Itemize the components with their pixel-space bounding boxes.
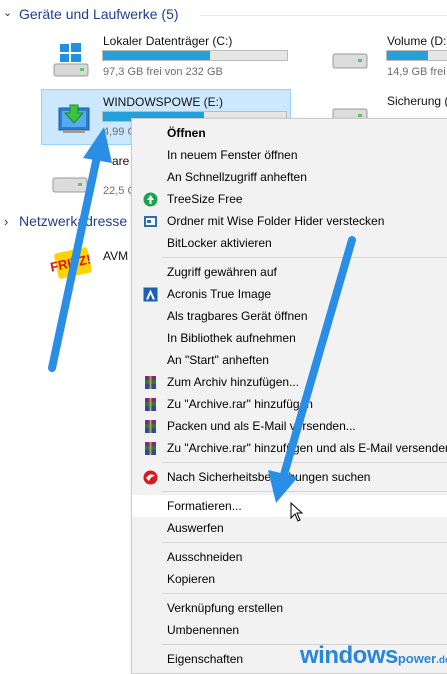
menu-item-label: BitLocker aktivieren bbox=[167, 236, 272, 250]
drive-name: are bbox=[112, 154, 130, 168]
menu-item-als-tragbares-gerät-öffnen[interactable]: Als tragbares Gerät öffnen bbox=[132, 305, 447, 327]
menu-item-packen-und-als-e-mail-versenden[interactable]: Packen und als E-Mail versenden... bbox=[132, 415, 447, 437]
menu-item-nach-sicherheitsbedrohungen-suchen[interactable]: Nach Sicherheitsbedrohungen suchen bbox=[132, 466, 447, 488]
menu-separator bbox=[162, 257, 447, 258]
context-menu: Öffnen In neuem Fenster öffnen An Schnellz… bbox=[131, 118, 447, 674]
menu-item-label: Zu "Archive.rar" hinzufügen und als E-Ma… bbox=[167, 441, 447, 455]
winrar-icon bbox=[143, 419, 158, 434]
expand-network-chevron-icon[interactable]: › bbox=[4, 214, 8, 229]
menu-item-acronis-true-image[interactable]: Acronis True Image bbox=[132, 283, 447, 305]
mouse-cursor-icon bbox=[290, 502, 304, 522]
menu-item-in-neuem-fenster-öffnen[interactable]: In neuem Fenster öffnen bbox=[132, 144, 447, 166]
network-item-label: AVM bbox=[103, 249, 129, 263]
menu-separator bbox=[162, 542, 447, 543]
windows-drive-icon bbox=[53, 43, 89, 77]
menu-item-label: Ordner mit Wise Folder Hider verstecken bbox=[167, 214, 385, 228]
menu-separator bbox=[162, 593, 447, 594]
menu-item-label: Zugriff gewähren auf bbox=[167, 265, 277, 279]
menu-item-label: Umbenennen bbox=[167, 623, 240, 637]
menu-item-in-bibliothek-aufnehmen[interactable]: In Bibliothek aufnehmen bbox=[132, 327, 447, 349]
menu-item-label: In Bibliothek aufnehmen bbox=[167, 331, 296, 345]
collapse-devices-chevron-icon[interactable]: ⌄ bbox=[3, 6, 12, 19]
menu-item-umbenennen[interactable]: Umbenennen bbox=[132, 619, 447, 641]
menu-item-label: Auswerfen bbox=[167, 521, 224, 535]
section-title-devices: Geräte und Laufwerke (5) bbox=[19, 6, 179, 22]
watermark-logo: windowspower.de bbox=[300, 642, 447, 670]
winrar-icon bbox=[143, 397, 158, 412]
network-item-avm[interactable]: FRITZ! AVM bbox=[44, 240, 132, 284]
menu-item-label: An "Start" anheften bbox=[167, 353, 269, 367]
winrar-icon bbox=[143, 441, 158, 456]
section-title-network: Netzwerkadresse bbox=[19, 213, 128, 229]
drive-free-space: 97,3 GB frei von 232 GB bbox=[103, 66, 223, 78]
hard-drive-icon bbox=[332, 53, 368, 69]
drive-name: Sicherung ( bbox=[387, 94, 447, 108]
menu-item-label: In neuem Fenster öffnen bbox=[167, 148, 298, 162]
menu-item-label: Zum Archiv hinzufügen... bbox=[167, 375, 300, 389]
treesize-icon bbox=[143, 192, 158, 207]
drive-usage-bar bbox=[102, 50, 288, 61]
drive-tile-hidden[interactable]: are 22,5 G bbox=[40, 150, 136, 200]
menu-item-label: Öffnen bbox=[167, 126, 206, 140]
drive-name: WINDOWSPOWE (E:) bbox=[103, 95, 223, 109]
drive-free-space: 14,9 GB frei bbox=[387, 66, 446, 78]
menu-item-an-start-anheften[interactable]: An "Start" anheften bbox=[132, 349, 447, 371]
menu-item-zu-archive-rar-hinzufügen[interactable]: Zu "Archive.rar" hinzufügen bbox=[132, 393, 447, 415]
menu-item-kopieren[interactable]: Kopieren bbox=[132, 568, 447, 590]
menu-item-ausschneiden[interactable]: Ausschneiden bbox=[132, 546, 447, 568]
drive-tile-c[interactable]: Lokaler Datenträger (C:) 97,3 GB frei vo… bbox=[40, 34, 300, 84]
watermark-brand: windows bbox=[300, 642, 398, 669]
menu-separator bbox=[162, 462, 447, 463]
menu-separator bbox=[162, 491, 447, 492]
drive-usage-bar bbox=[386, 50, 447, 61]
drive-tile-d[interactable]: Volume (D:) 14,9 GB frei bbox=[330, 34, 447, 84]
menu-item-ordner-mit-wise-folder-hider-verstecken[interactable]: Ordner mit Wise Folder Hider verstecken bbox=[132, 210, 447, 232]
trend-micro-icon bbox=[143, 470, 158, 485]
menu-item-öffnen[interactable]: Öffnen bbox=[132, 122, 447, 144]
menu-item-label: An Schnellzugriff anheften bbox=[167, 170, 307, 184]
menu-item-label: Verknüpfung erstellen bbox=[167, 601, 284, 615]
usb-drive-green-arrow-icon bbox=[58, 104, 90, 133]
menu-item-zu-archive-rar-hinzufügen-und-als-e-mail-versenden[interactable]: Zu "Archive.rar" hinzufügen und als E-Ma… bbox=[132, 437, 447, 459]
menu-item-label: Zu "Archive.rar" hinzufügen bbox=[167, 397, 313, 411]
menu-item-label: Formatieren... bbox=[167, 499, 242, 513]
winrar-icon bbox=[143, 375, 158, 390]
wise-folder-hider-icon bbox=[143, 214, 158, 229]
menu-item-an-schnellzugriff-anheften[interactable]: An Schnellzugriff anheften bbox=[132, 166, 447, 188]
drive-name: Lokaler Datenträger (C:) bbox=[103, 34, 233, 48]
menu-item-treesize-free[interactable]: TreeSize Free bbox=[132, 188, 447, 210]
menu-item-label: Als tragbares Gerät öffnen bbox=[167, 309, 308, 323]
menu-item-zum-archiv-hinzufügen[interactable]: Zum Archiv hinzufügen... bbox=[132, 371, 447, 393]
drive-name: Volume (D:) bbox=[387, 34, 447, 48]
menu-item-label: TreeSize Free bbox=[167, 192, 243, 206]
menu-item-label: Packen und als E-Mail versenden... bbox=[167, 419, 356, 433]
menu-item-label: Ausschneiden bbox=[167, 550, 243, 564]
watermark-tld: .de bbox=[436, 655, 447, 666]
fritz-logo-icon: FRITZ! bbox=[47, 242, 99, 285]
menu-item-label: Nach Sicherheitsbedrohungen suchen bbox=[167, 470, 371, 484]
hard-drive-icon bbox=[52, 177, 88, 193]
watermark-suffix: power bbox=[397, 651, 437, 666]
menu-item-label: Acronis True Image bbox=[167, 287, 272, 301]
menu-item-bitlocker-aktivieren[interactable]: BitLocker aktivieren bbox=[132, 232, 447, 254]
menu-item-verknüpfung-erstellen[interactable]: Verknüpfung erstellen bbox=[132, 597, 447, 619]
menu-item-label: Kopieren bbox=[167, 572, 216, 586]
acronis-icon bbox=[143, 287, 158, 302]
section-divider bbox=[200, 15, 447, 16]
menu-item-zugriff-gewähren-auf[interactable]: Zugriff gewähren auf bbox=[132, 261, 447, 283]
menu-item-label: Eigenschaften bbox=[167, 652, 244, 666]
